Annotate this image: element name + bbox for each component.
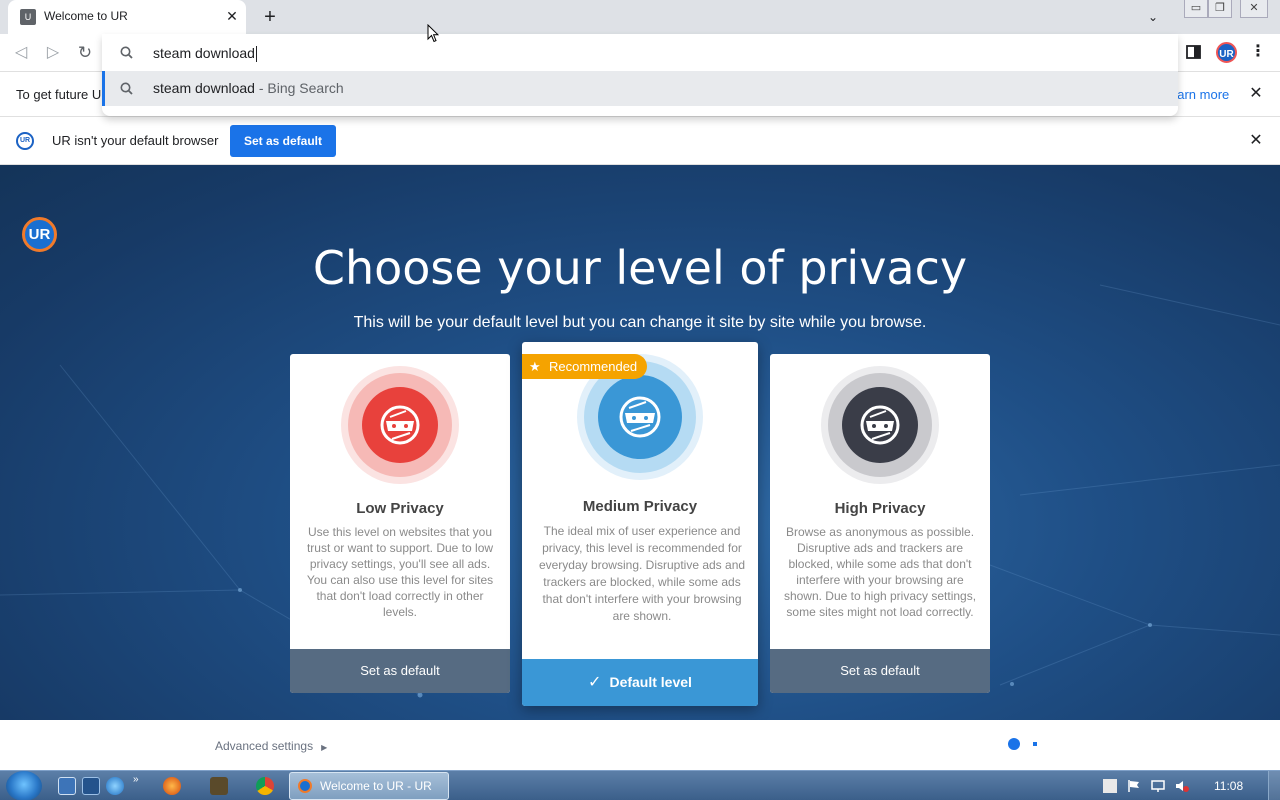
forward-icon[interactable]: ▷ bbox=[42, 42, 64, 64]
omnibox-suggestion[interactable]: steam download - Bing Search bbox=[102, 71, 1178, 106]
card-title: Medium Privacy bbox=[582, 498, 698, 515]
card-title: Low Privacy bbox=[356, 500, 444, 517]
medium-privacy-mask-icon bbox=[598, 375, 682, 459]
tab-strip: U Welcome to UR ✕ + ⌄ ▭ ❐ ✕ bbox=[0, 0, 1280, 34]
page-subtitle: This will be your default level but you … bbox=[353, 314, 927, 331]
low-privacy-mask-icon bbox=[362, 387, 438, 463]
privacy-card-low[interactable]: Low Privacy Use this level on websites t… bbox=[290, 354, 510, 693]
learn-more-link[interactable]: earn more bbox=[1170, 87, 1229, 102]
card-description: Use this level on websites that you trus… bbox=[306, 525, 494, 619]
volume-muted-icon[interactable] bbox=[1175, 779, 1189, 793]
page-title: Choose your level of privacy bbox=[312, 241, 968, 295]
card-description: Browse as anonymous as possible. Disrupt… bbox=[783, 525, 977, 619]
reload-icon[interactable]: ↻ bbox=[74, 42, 96, 64]
mouse-cursor-icon bbox=[427, 24, 439, 43]
explorer-icon[interactable] bbox=[82, 777, 100, 795]
close-window-button[interactable]: ✕ bbox=[1240, 0, 1268, 18]
browser-tab[interactable]: U Welcome to UR ✕ bbox=[8, 0, 246, 34]
document-tray-icon[interactable] bbox=[1103, 779, 1117, 793]
chrome-icon[interactable] bbox=[256, 777, 274, 795]
menu-kebab-icon[interactable]: ⋮ bbox=[1248, 41, 1268, 63]
set-as-default-high-button[interactable]: Set as default bbox=[770, 649, 990, 693]
pagination-dot-active[interactable] bbox=[1008, 738, 1020, 750]
recommended-badge: ★ Recommended bbox=[522, 354, 647, 379]
ur-app-icon bbox=[298, 779, 312, 793]
tab-title: Welcome to UR bbox=[44, 9, 128, 23]
card-title: High Privacy bbox=[834, 500, 926, 517]
back-icon[interactable]: ◁ bbox=[10, 42, 32, 64]
privacy-card-medium[interactable]: ★ Recommended Medium Privacy The ideal mi… bbox=[522, 342, 758, 706]
ur-logo-icon: UR bbox=[16, 132, 34, 150]
welcome-page: UR Choose your level of privacy This wil… bbox=[0, 165, 1280, 720]
firefox-icon[interactable] bbox=[163, 777, 181, 795]
network-icon[interactable] bbox=[1151, 779, 1165, 793]
star-icon: ★ bbox=[529, 359, 541, 374]
tab-search-chevron-icon[interactable]: ⌄ bbox=[1142, 6, 1164, 28]
taskbar-clock[interactable]: 11:08 bbox=[1214, 779, 1243, 793]
omnibox-dropdown: steam download steam download - Bing Sea… bbox=[102, 34, 1178, 116]
show-desktop-button[interactable] bbox=[1268, 771, 1280, 800]
show-desktop-icon[interactable] bbox=[58, 777, 76, 795]
minimize-button[interactable]: ▭ bbox=[1184, 0, 1208, 18]
high-privacy-mask-icon bbox=[842, 387, 918, 463]
search-icon bbox=[118, 44, 136, 62]
chevron-right-icon: ▶ bbox=[321, 743, 328, 752]
pagination-dot[interactable] bbox=[1033, 742, 1037, 746]
address-input[interactable]: steam download bbox=[153, 43, 257, 63]
default-bar-close-icon[interactable]: ✕ bbox=[1246, 131, 1266, 151]
privacy-card-high[interactable]: High Privacy Browse as anonymous as poss… bbox=[770, 354, 990, 693]
page-footer: Advanced settings ▶ bbox=[0, 720, 1280, 770]
windows-taskbar: » Welcome to UR - UR 11:08 bbox=[0, 770, 1280, 800]
suggestion-text: steam download - Bing Search bbox=[153, 80, 344, 96]
default-level-button[interactable]: ✓ Default level bbox=[522, 659, 758, 706]
restore-button[interactable]: ❐ bbox=[1208, 0, 1232, 18]
card-description: The ideal mix of user experience and pri… bbox=[538, 524, 746, 623]
app-icon[interactable] bbox=[210, 777, 228, 795]
suggestion-source: - Bing Search bbox=[254, 80, 344, 96]
info-bar-text: To get future U bbox=[16, 87, 102, 102]
checkmark-icon: ✓ bbox=[588, 674, 602, 691]
default-browser-bar: UR UR isn't your default browser Set as … bbox=[0, 116, 1280, 165]
tab-favicon-icon: U bbox=[20, 9, 36, 25]
taskbar-window-ur[interactable]: Welcome to UR - UR bbox=[289, 772, 449, 800]
info-bar-close-icon[interactable]: ✕ bbox=[1246, 84, 1266, 104]
side-panel-icon[interactable] bbox=[1184, 42, 1204, 62]
advanced-settings-link[interactable]: Advanced settings ▶ bbox=[215, 739, 327, 753]
set-as-default-low-button[interactable]: Set as default bbox=[290, 649, 510, 693]
profile-avatar[interactable]: UR bbox=[1216, 42, 1237, 63]
set-as-default-button[interactable]: Set as default bbox=[230, 125, 336, 157]
tab-close-icon[interactable]: ✕ bbox=[222, 6, 242, 26]
search-icon bbox=[118, 80, 136, 98]
chevron-icon[interactable]: » bbox=[133, 774, 139, 785]
new-tab-button[interactable]: + bbox=[258, 5, 282, 29]
start-button[interactable] bbox=[6, 771, 42, 800]
flag-icon[interactable] bbox=[1127, 779, 1141, 793]
internet-explorer-icon[interactable] bbox=[106, 777, 124, 795]
default-browser-text: UR isn't your default browser bbox=[52, 133, 219, 148]
